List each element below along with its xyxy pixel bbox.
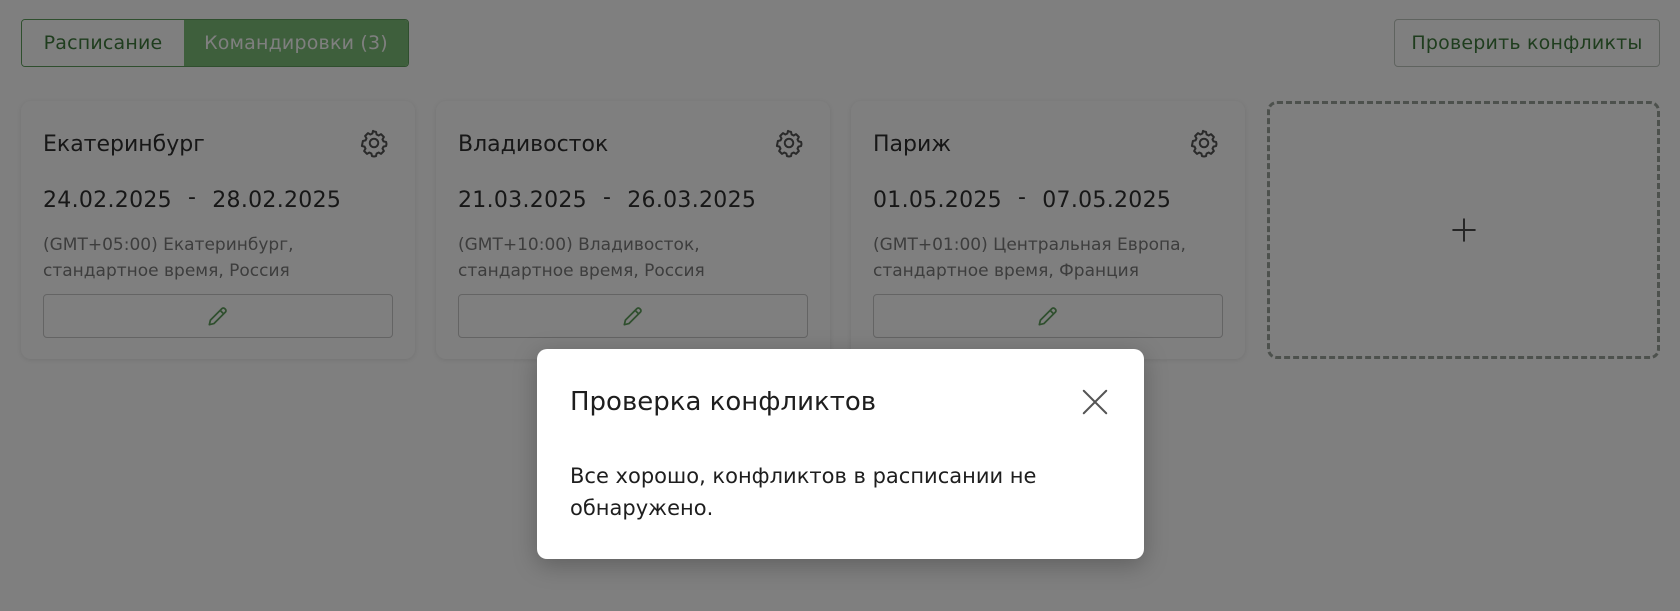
conflicts-modal: Проверка конфликтов Все хорошо, конфликт… (537, 349, 1144, 559)
modal-message: Все хорошо, конфликтов в расписании не о… (570, 464, 1037, 520)
modal-title: Проверка конфликтов (570, 387, 877, 417)
close-icon[interactable] (1080, 387, 1110, 417)
page: Расписание Командировки (3) Проверить ко… (0, 0, 1680, 611)
